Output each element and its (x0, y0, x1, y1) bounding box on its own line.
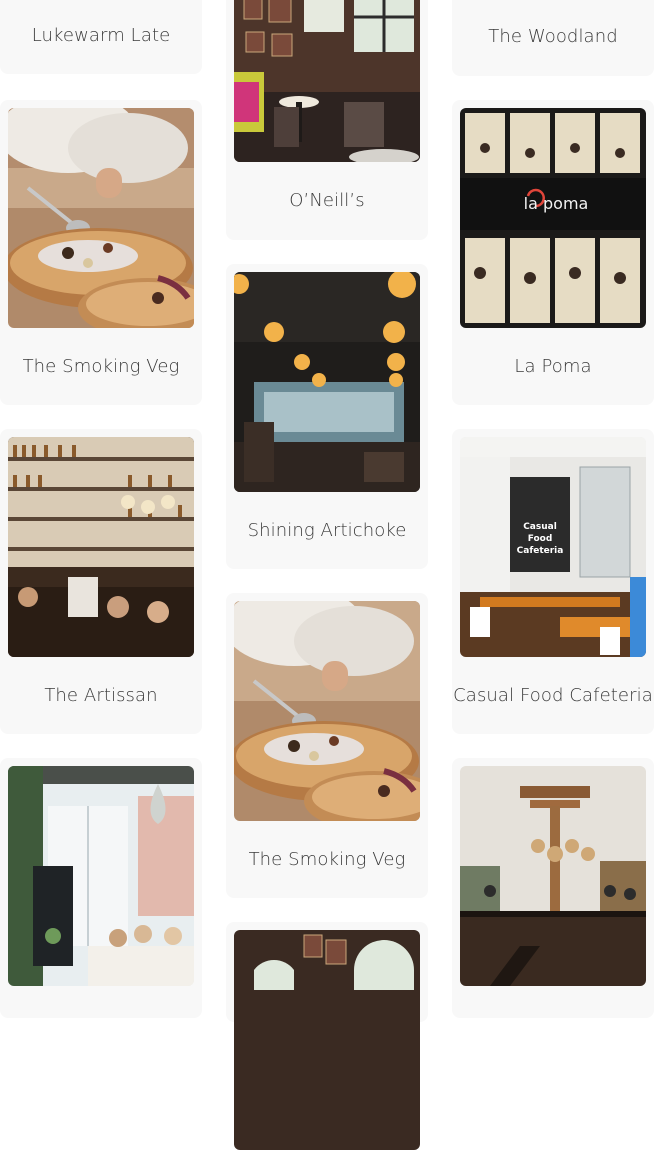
restaurant-photo (234, 601, 420, 821)
restaurant-photo: Casual Food Cafeteria (460, 437, 646, 657)
restaurant-card-pub-interior[interactable] (226, 922, 428, 1150)
restaurant-photo (8, 108, 194, 328)
cafeteria-sign-line-1: Casual (523, 522, 557, 532)
restaurant-name: Shining Artichoke (247, 520, 407, 541)
restaurant-card-la-poma[interactable]: la poma La Poma (452, 100, 654, 405)
restaurant-card-lukewarm-late[interactable]: Lukewarm Late (0, 0, 202, 74)
restaurant-photo (8, 437, 194, 657)
la-poma-sign: la poma (524, 194, 589, 213)
restaurant-card-the-artissan[interactable]: The Artissan (0, 429, 202, 734)
restaurant-name: O’Neill’s (289, 190, 365, 211)
restaurant-photo (460, 766, 646, 986)
restaurant-name: The Woodland (488, 26, 618, 47)
restaurant-photo (234, 272, 420, 492)
restaurant-card-shining-artichoke[interactable]: Shining Artichoke (226, 264, 428, 569)
cafeteria-sign-line-2: Food (528, 534, 553, 544)
restaurant-name: Lukewarm Late (31, 25, 171, 46)
restaurant-card-bright-dining[interactable] (0, 758, 202, 1018)
restaurant-card-wood-cafe[interactable] (452, 758, 654, 1018)
restaurant-photo: la poma (460, 108, 646, 328)
restaurant-card-oneills[interactable]: O’Neill’s (226, 0, 428, 240)
restaurant-photo (234, 0, 420, 162)
restaurant-card-smoking-veg-2[interactable]: The Smoking Veg (226, 593, 428, 898)
restaurant-photo (234, 930, 420, 1150)
restaurant-name: The Smoking Veg (22, 356, 180, 377)
restaurant-name: Casual Food Cafeteria (453, 685, 653, 706)
restaurant-name: The Artissan (44, 685, 158, 706)
restaurant-name: La Poma (514, 356, 592, 377)
restaurant-card-the-woodland[interactable]: The Woodland (452, 0, 654, 76)
restaurant-card-smoking-veg[interactable]: The Smoking Veg (0, 100, 202, 405)
cafeteria-sign-line-3: Cafeteria (517, 546, 564, 556)
restaurant-name: The Smoking Veg (248, 849, 406, 870)
restaurant-photo (8, 766, 194, 986)
restaurant-card-casual-food-cafeteria[interactable]: Casual Food Cafeteria Casual Food Cafete… (452, 429, 654, 734)
